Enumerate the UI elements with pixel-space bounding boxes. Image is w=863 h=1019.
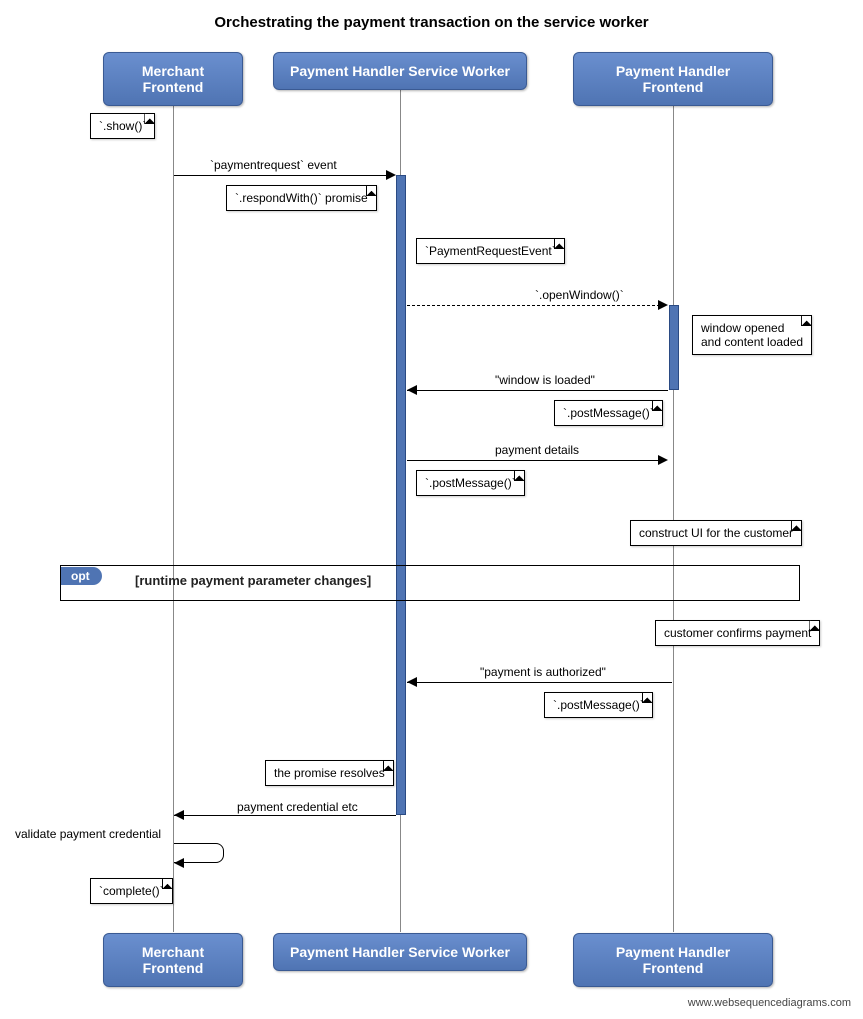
participant-ph-frontend-bottom: Payment Handler Frontend [573, 933, 773, 987]
participant-sw-top: Payment Handler Service Worker [273, 52, 527, 90]
lifeline-c [673, 90, 674, 932]
arrow-head-payment-authorized [407, 677, 417, 687]
activation-sw [396, 175, 406, 815]
arrow-head-payment-details [658, 455, 668, 465]
msg-payment-details: payment details [495, 443, 579, 457]
arrow-head-paymentrequest [386, 170, 396, 180]
note-postmessage1: `.postMessage()` [554, 400, 663, 426]
lifeline-a [173, 90, 174, 932]
participant-ph-frontend-top: Payment Handler Frontend [573, 52, 773, 106]
arrow-payment-credential [174, 815, 396, 816]
opt-tag: opt [61, 567, 102, 585]
participant-merchant-top: Merchant Frontend [103, 52, 243, 106]
note-promise-resolves: the promise resolves [265, 760, 394, 786]
note-postmessage2: `.postMessage()` [416, 470, 525, 496]
note-complete: `complete()` [90, 878, 173, 904]
arrow-paymentrequest [174, 175, 392, 176]
sequence-diagram: Orchestrating the payment transaction on… [0, 0, 863, 1019]
arrow-window-loaded [407, 390, 668, 391]
msg-validate: validate payment credential [15, 827, 161, 841]
participant-merchant-bottom: Merchant Frontend [103, 933, 243, 987]
msg-openwindow: `.openWindow()` [535, 288, 624, 302]
activation-frontend [669, 305, 679, 390]
watermark: www.websequencediagrams.com [688, 997, 851, 1009]
msg-window-loaded: "window is loaded" [495, 373, 595, 387]
note-window-opened: window opened and content loaded [692, 315, 812, 355]
arrow-head-openwindow [658, 300, 668, 310]
note-respondwith: `.respondWith()` promise [226, 185, 377, 211]
msg-payment-credential: payment credential etc [237, 800, 358, 814]
participant-sw-bottom: Payment Handler Service Worker [273, 933, 527, 971]
arrow-head-validate [174, 858, 184, 868]
arrow-head-window-loaded [407, 385, 417, 395]
arrow-openwindow [407, 305, 665, 306]
note-postmessage3: `.postMessage()` [544, 692, 653, 718]
note-show: `.show()` [90, 113, 155, 139]
msg-paymentrequest: `paymentrequest` event [210, 158, 337, 172]
msg-payment-authorized: "payment is authorized" [480, 665, 606, 679]
diagram-title: Orchestrating the payment transaction on… [0, 14, 863, 31]
opt-guard: [runtime payment parameter changes] [135, 573, 371, 588]
note-customer-confirms: customer confirms payment [655, 620, 820, 646]
arrow-head-payment-credential [174, 810, 184, 820]
arrow-payment-details [407, 460, 665, 461]
note-paymentrequestevent: `PaymentRequestEvent` [416, 238, 565, 264]
arrow-payment-authorized [407, 682, 672, 683]
note-construct-ui: construct UI for the customer [630, 520, 802, 546]
